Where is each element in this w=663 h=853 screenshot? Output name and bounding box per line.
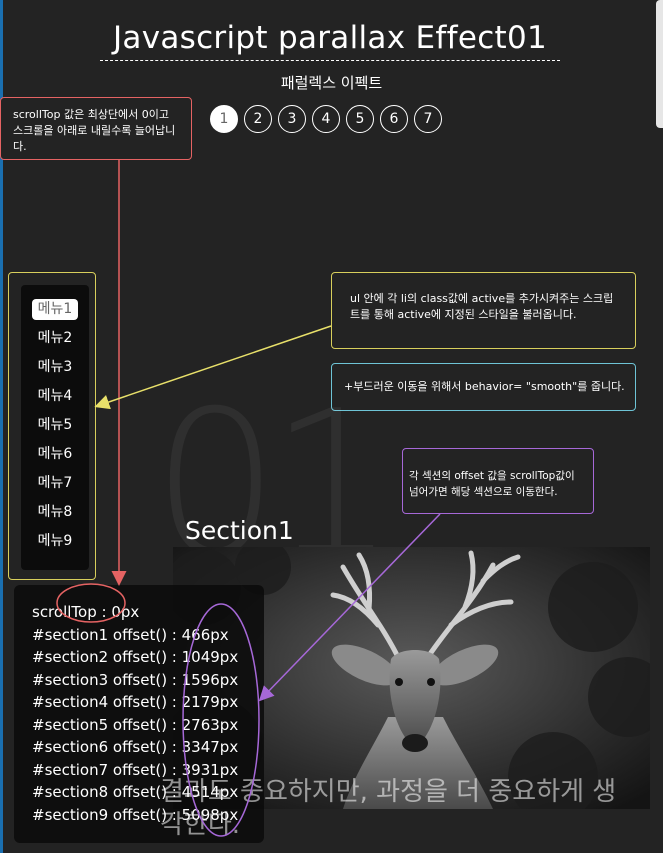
section4-offset-readout: #section4 offset() : 2179px — [32, 693, 239, 711]
note-offset: 각 섹션의 offset 값을 scrollTop값이 넘어가면 해당 섹션으로… — [402, 448, 594, 514]
menu-item-1[interactable]: 메뉴1 — [32, 299, 78, 320]
menu-item-8[interactable]: 메뉴8 — [32, 502, 78, 523]
scrolltop-readout: scrollTop : 0px — [32, 603, 140, 621]
section6-offset-readout: #section6 offset() : 3347px — [32, 738, 239, 756]
menu-item-5[interactable]: 메뉴5 — [32, 415, 78, 436]
page-title: Javascript parallax Effect01 — [100, 20, 560, 61]
note-active-class: ul 안에 각 li의 class값에 active를 추가시켜주는 스크립트를… — [331, 272, 636, 349]
menu-item-4[interactable]: 메뉴4 — [32, 386, 78, 407]
pager-button-1[interactable]: 1 — [210, 105, 238, 133]
pager-button-7[interactable]: 7 — [414, 105, 442, 133]
pager-button-3[interactable]: 3 — [278, 105, 306, 133]
pager-button-2[interactable]: 2 — [244, 105, 272, 133]
menu-item-6[interactable]: 메뉴6 — [32, 444, 78, 465]
note-scrolltop: scrollTop 값은 최상단에서 0이고 스크롤을 아래로 내릴수록 늘어납… — [0, 97, 192, 160]
side-menu: 메뉴1 메뉴2 메뉴3 메뉴4 메뉴5 메뉴6 메뉴7 메뉴8 메뉴9 — [21, 285, 89, 570]
section-quote: 결과도 중요하지만, 과정을 더 중요하게 생각한다. — [160, 777, 617, 840]
page-subtitle: 패럴렉스 이펙트 — [280, 74, 383, 92]
pager-button-6[interactable]: 6 — [380, 105, 408, 133]
menu-highlight-frame: 메뉴1 메뉴2 메뉴3 메뉴4 메뉴5 메뉴6 메뉴7 메뉴8 메뉴9 — [8, 272, 96, 580]
section2-offset-readout: #section2 offset() : 1049px — [32, 648, 239, 666]
section1-offset-readout: #section1 offset() : 466px — [32, 625, 229, 644]
section5-offset-readout: #section5 offset() : 2763px — [32, 715, 239, 734]
menu-item-7[interactable]: 메뉴7 — [32, 473, 78, 494]
menu-item-2[interactable]: 메뉴2 — [32, 328, 78, 349]
menu-item-9[interactable]: 메뉴9 — [32, 531, 78, 552]
section3-offset-readout: #section3 offset() : 1596px — [32, 670, 239, 689]
menu-item-3[interactable]: 메뉴3 — [32, 357, 78, 378]
scrollbar-thumb[interactable] — [656, 0, 663, 128]
section-pager: 1 2 3 4 5 6 7 — [210, 105, 442, 133]
pager-button-4[interactable]: 4 — [312, 105, 340, 133]
pager-button-5[interactable]: 5 — [346, 105, 374, 133]
section-title: Section1 — [185, 516, 294, 545]
